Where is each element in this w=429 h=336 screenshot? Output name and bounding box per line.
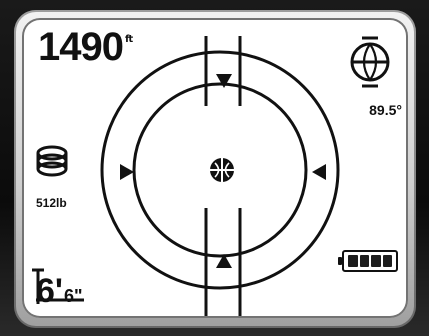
coil-icon bbox=[36, 145, 68, 177]
arrow-left-icon bbox=[312, 164, 326, 180]
depth-inches: 6" bbox=[64, 286, 83, 306]
battery-cell bbox=[371, 255, 381, 267]
altitude-number: 1490 bbox=[38, 25, 124, 69]
battery-cell bbox=[359, 255, 369, 267]
display-screen: 1490 ft 89.5° 512lb 6'6" bbox=[22, 18, 408, 318]
altitude-unit-mark: ft bbox=[124, 34, 133, 45]
battery-cells bbox=[348, 255, 392, 267]
crosshair-globe-icon bbox=[210, 158, 234, 182]
battery-cell bbox=[348, 255, 358, 267]
globe-tilt-icon bbox=[350, 36, 390, 88]
depth-feet: 6' bbox=[36, 272, 63, 310]
tilt-angle-readout: 89.5° bbox=[369, 102, 402, 118]
pressure-readout: 512lb bbox=[36, 196, 67, 210]
device-frame: 1490 ft 89.5° 512lb 6'6" bbox=[0, 0, 429, 336]
battery-cell bbox=[382, 255, 392, 267]
arrow-right-icon bbox=[120, 164, 134, 180]
depth-readout: 6'6" bbox=[36, 274, 83, 308]
battery-icon bbox=[338, 250, 398, 272]
altitude-value: 1490 ft bbox=[38, 25, 133, 69]
